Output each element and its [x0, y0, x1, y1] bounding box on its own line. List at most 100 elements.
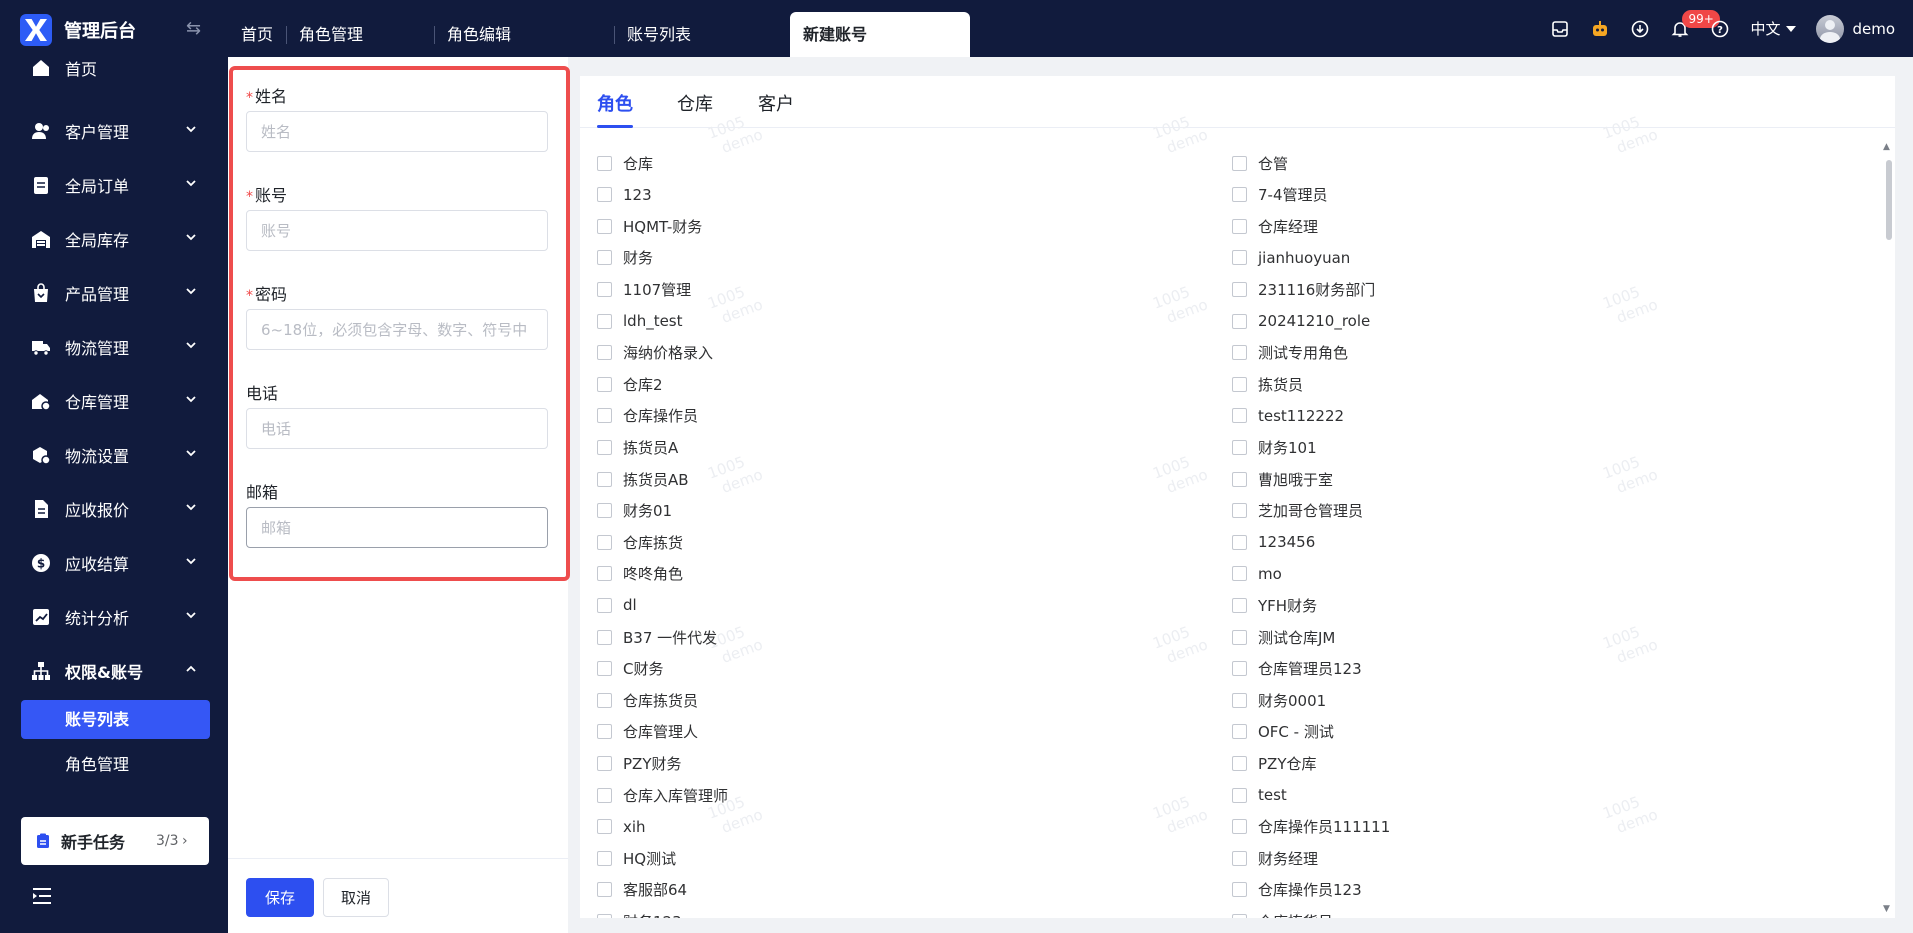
role-checkbox-item[interactable]: 仓库操作员	[597, 404, 698, 428]
checkbox[interactable]	[1232, 913, 1247, 918]
checkbox[interactable]	[1232, 566, 1247, 582]
phone-input[interactable]	[246, 408, 548, 449]
email-input[interactable]	[246, 507, 548, 548]
role-checkbox-item[interactable]: 7-4管理员	[1232, 183, 1328, 207]
checkbox[interactable]	[1232, 850, 1247, 866]
checkbox[interactable]	[1232, 439, 1247, 455]
role-checkbox-item[interactable]: 咚咚角色	[597, 562, 683, 586]
checkbox[interactable]	[597, 187, 612, 203]
sidebar-item-logistics[interactable]: 物流管理	[0, 326, 228, 368]
checkbox[interactable]	[597, 503, 612, 519]
sidebar-item-orders[interactable]: 全局订单	[0, 164, 228, 206]
role-checkbox-item[interactable]: 123456	[1232, 530, 1315, 554]
checkbox[interactable]	[1232, 755, 1247, 771]
role-checkbox-item[interactable]: 财务01	[597, 499, 672, 523]
sidebar-item-warehouse[interactable]: 仓库管理	[0, 380, 228, 422]
user-name[interactable]: demo	[1852, 20, 1895, 38]
checkbox[interactable]	[597, 439, 612, 455]
menu-fold-icon[interactable]	[31, 887, 53, 905]
checkbox[interactable]	[597, 629, 612, 645]
role-checkbox-item[interactable]: 财务123	[597, 909, 682, 918]
checkbox[interactable]	[597, 155, 612, 171]
robot-icon[interactable]	[1590, 19, 1610, 39]
checkbox[interactable]	[1232, 503, 1247, 519]
checkbox[interactable]	[597, 850, 612, 866]
scroll-up-icon[interactable]: ▲	[1883, 142, 1890, 152]
role-checkbox-item[interactable]: mo	[1232, 562, 1282, 586]
checkbox[interactable]	[597, 376, 612, 392]
tab-role-edit[interactable]: 角色编辑	[434, 12, 614, 57]
checkbox[interactable]	[1232, 345, 1247, 361]
checkbox[interactable]	[1232, 187, 1247, 203]
role-checkbox-item[interactable]: 仓库拣货员	[597, 688, 698, 712]
checkbox[interactable]	[1232, 629, 1247, 645]
checkbox[interactable]	[1232, 882, 1247, 898]
account-input[interactable]	[246, 210, 548, 251]
checkbox[interactable]	[597, 661, 612, 677]
checkbox[interactable]	[597, 755, 612, 771]
checkbox[interactable]	[1232, 155, 1247, 171]
checkbox[interactable]	[1232, 597, 1247, 613]
checkbox[interactable]	[1232, 281, 1247, 297]
checkbox[interactable]	[597, 345, 612, 361]
checkbox[interactable]	[1232, 787, 1247, 803]
tab-account-list[interactable]: 账号列表	[614, 12, 790, 57]
checkbox[interactable]	[597, 250, 612, 266]
app-logo[interactable]	[20, 14, 52, 46]
role-checkbox-item[interactable]: B37 一件代发	[597, 625, 717, 649]
role-checkbox-item[interactable]: 1107管理	[597, 277, 691, 301]
role-checkbox-item[interactable]: HQMT-财务	[597, 214, 702, 238]
role-checkbox-item[interactable]: 仓库2	[597, 372, 663, 396]
role-checkbox-item[interactable]: 财务	[597, 246, 653, 270]
role-checkbox-item[interactable]: 20241210_role	[1232, 309, 1370, 333]
role-checkbox-item[interactable]: 曹旭哦于室	[1232, 467, 1333, 491]
checkbox[interactable]	[597, 787, 612, 803]
sidebar-item-receivable-quotes[interactable]: 应收报价	[0, 488, 228, 530]
tab-home[interactable]: 首页	[228, 12, 286, 57]
role-checkbox-item[interactable]: 拣货员AB	[597, 467, 689, 491]
role-checkbox-item[interactable]: 财务0001	[1232, 688, 1326, 712]
role-checkbox-item[interactable]: 仓库管理员123	[1232, 657, 1362, 681]
save-button[interactable]: 保存	[246, 878, 314, 917]
name-input[interactable]	[246, 111, 548, 152]
sidebar-item-statistics[interactable]: 统计分析	[0, 596, 228, 638]
cancel-button[interactable]: 取消	[323, 878, 389, 917]
sidebar-subitem-role-management[interactable]: 角色管理	[21, 745, 210, 784]
checkbox[interactable]	[597, 692, 612, 708]
checkbox[interactable]	[1232, 408, 1247, 424]
swap-arrows-icon[interactable]: ⇆	[186, 18, 201, 39]
role-checkbox-item[interactable]: 客服部64	[597, 878, 687, 902]
checkbox[interactable]	[597, 913, 612, 918]
checkbox[interactable]	[1232, 819, 1247, 835]
checkbox[interactable]	[597, 724, 612, 740]
tab-new-account[interactable]: 新建账号	[790, 12, 971, 57]
checkbox[interactable]	[597, 281, 612, 297]
sidebar-item-permissions[interactable]: 权限&账号	[0, 650, 228, 692]
tab-roles[interactable]: 角色	[597, 90, 633, 116]
role-checkbox-item[interactable]: 测试仓库JM	[1232, 625, 1335, 649]
role-checkbox-item[interactable]: ldh_test	[597, 309, 683, 333]
role-checkbox-item[interactable]: 仓库	[597, 151, 653, 175]
checkbox[interactable]	[1232, 661, 1247, 677]
role-checkbox-item[interactable]: 123	[597, 183, 652, 207]
checkbox[interactable]	[1232, 534, 1247, 550]
role-checkbox-item[interactable]: 财务101	[1232, 435, 1317, 459]
role-checkbox-item[interactable]: 测试专用角色	[1232, 341, 1348, 365]
role-checkbox-item[interactable]: test	[1232, 783, 1287, 807]
role-checkbox-item[interactable]: PZY财务	[597, 751, 681, 775]
role-checkbox-item[interactable]: 芝加哥仓管理员	[1232, 499, 1363, 523]
inbox-icon[interactable]	[1550, 19, 1570, 39]
role-checkbox-item[interactable]: 231116财务部门	[1232, 277, 1375, 301]
scroll-down-icon[interactable]: ▼	[1883, 904, 1890, 914]
role-checkbox-item[interactable]: 仓库管理人	[597, 720, 698, 744]
checkbox[interactable]	[597, 313, 612, 329]
sidebar-item-logistics-settings[interactable]: 物流设置	[0, 434, 228, 476]
sidebar-subitem-account-list[interactable]: 账号列表	[21, 700, 210, 739]
checkbox[interactable]	[1232, 250, 1247, 266]
role-checkbox-item[interactable]: C财务	[597, 657, 663, 681]
tab-customers[interactable]: 客户	[758, 90, 794, 116]
role-checkbox-item[interactable]: 仓库操作员123	[1232, 878, 1362, 902]
checkbox[interactable]	[1232, 471, 1247, 487]
role-checkbox-item[interactable]: 拣货员A	[597, 435, 678, 459]
checkbox[interactable]	[597, 471, 612, 487]
